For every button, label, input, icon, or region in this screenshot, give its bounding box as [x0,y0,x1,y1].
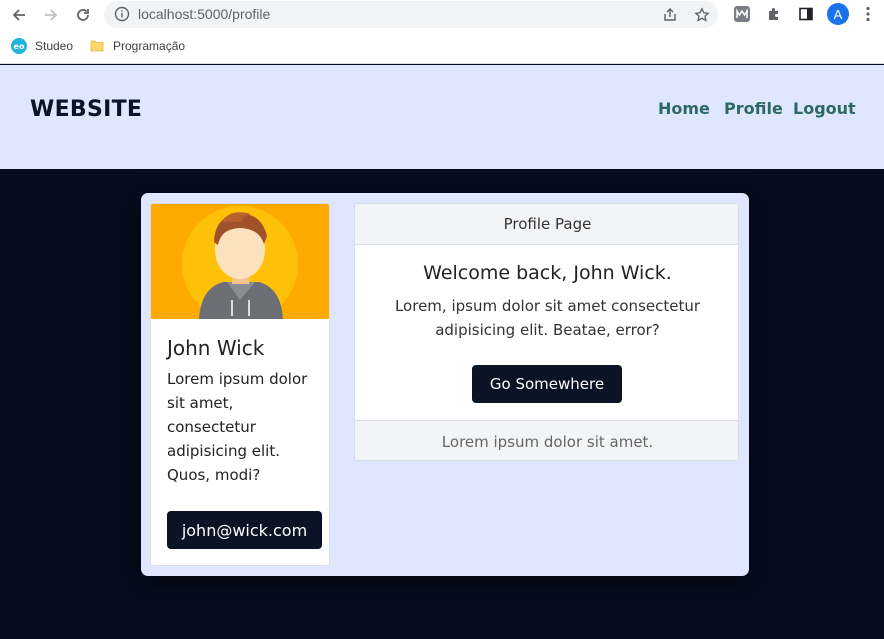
side-panel-icon[interactable] [796,4,816,24]
address-bar[interactable]: localhost:5000/profile [104,1,718,28]
profile-card: John Wick Lorem ipsum dolor sit amet, co… [150,203,330,566]
more-menu-icon[interactable] [858,4,878,24]
svg-text:eo: eo [14,42,25,51]
card-text: Lorem, ipsum dolor sit amet consectetur … [394,297,701,339]
profile-name: John Wick [167,336,265,360]
browser-chrome: localhost:5000/profile A eo Studeo Progr… [0,0,884,64]
folder-icon [89,38,105,54]
site-header: WEBSITE Home Profile Logout [0,65,884,169]
card-title: Welcome back, John Wick. [423,262,672,284]
browser-toolbar: localhost:5000/profile A [0,0,884,30]
profile-page-card: Profile Page Welcome back, John Wick. Lo… [354,203,739,461]
nav-logout-link[interactable]: Logout [793,99,856,118]
bookmark-label: Studeo [35,39,74,53]
site-logo[interactable]: WEBSITE [30,97,142,122]
share-icon[interactable] [660,5,680,25]
card-footer: Lorem ipsum dolor sit amet. [355,420,738,460]
reload-icon[interactable] [71,3,95,27]
address-url: localhost:5000/profile [138,6,271,22]
bookmark-label: Programação [113,39,186,53]
bookmark-programacao[interactable]: Programação [89,36,185,56]
content-panel: John Wick Lorem ipsum dolor sit amet, co… [141,193,749,576]
nav-home-link[interactable]: Home [658,99,710,118]
profile-bio: Lorem ipsum dolor sit amet, consectetur … [167,370,308,484]
puzzle-extensions-icon[interactable] [764,4,784,24]
back-arrow-icon[interactable] [7,3,31,27]
site-info-icon[interactable] [114,6,130,22]
bookmarks-bar: eo Studeo Programação [0,34,884,58]
bookmark-studeo[interactable]: eo Studeo [11,36,73,56]
extension-m-icon[interactable] [732,4,752,24]
go-somewhere-button[interactable]: Go Somewhere [472,365,622,403]
card-header: Profile Page [355,204,738,245]
bookmark-star-icon[interactable] [692,5,712,25]
email-button[interactable]: john@wick.com [167,511,322,549]
nav-profile-link[interactable]: Profile [724,99,783,118]
studeo-logo-icon: eo [11,38,27,54]
profile-avatar[interactable]: A [827,3,849,25]
profile-avatar-image [151,204,329,322]
forward-arrow-icon[interactable] [39,3,63,27]
